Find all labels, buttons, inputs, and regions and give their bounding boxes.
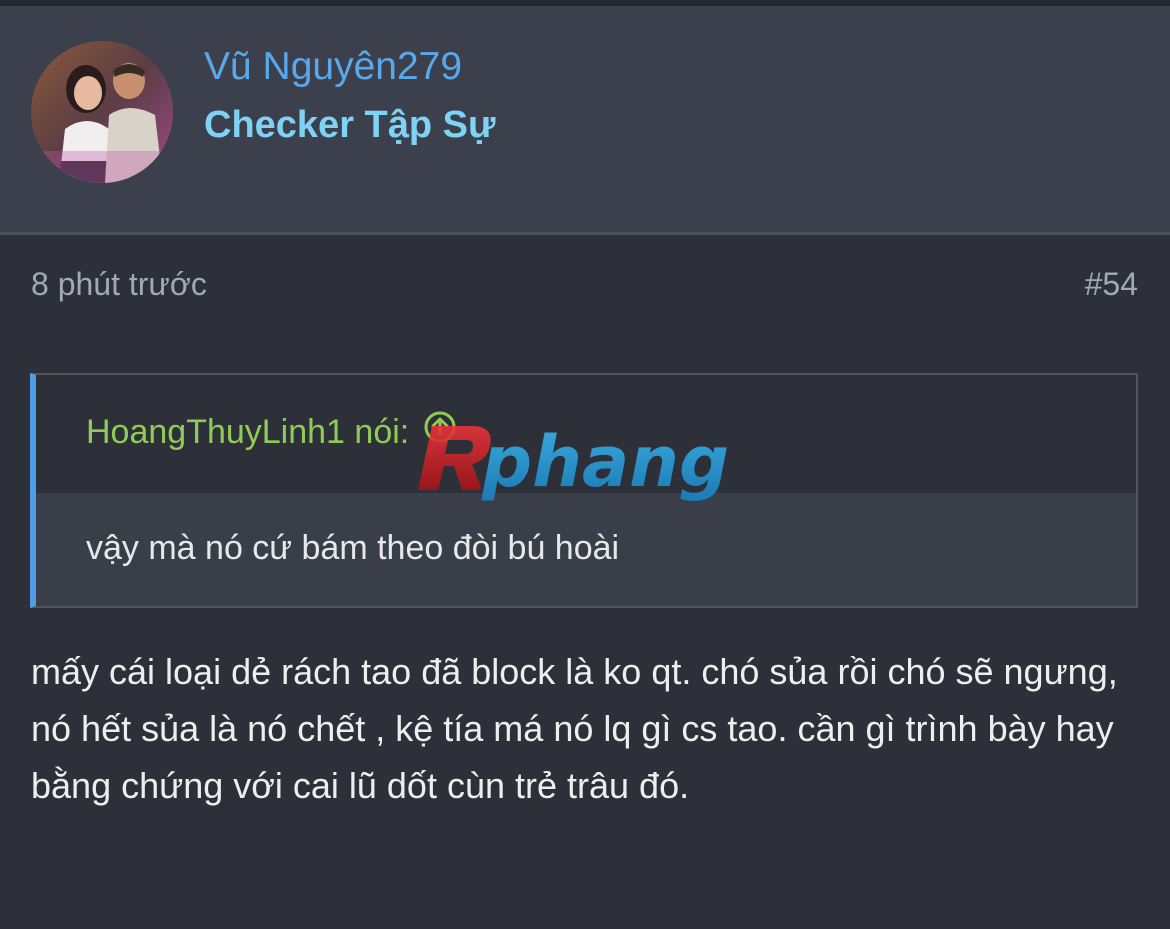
post-meta: 8 phút trước #54 (0, 262, 1170, 314)
quote-block: HoangThuyLinh1 nói: vậy mà nó cứ bám the… (30, 373, 1138, 608)
arrow-up-circle-icon[interactable] (423, 410, 457, 453)
quote-text: vậy mà nó cứ bám theo đòi bú hoài (86, 529, 620, 567)
username[interactable]: Vũ Nguyên279 (204, 44, 462, 90)
quote-author[interactable]: HoangThuyLinh1 nói: (86, 413, 409, 451)
forum-post-page: Vũ Nguyên279 Checker Tập Sự 8 phút trước… (0, 0, 1170, 929)
quote-header: HoangThuyLinh1 nói: (36, 375, 1136, 493)
post-timestamp[interactable]: 8 phút trước (31, 266, 207, 303)
post-body: mấy cái loại dẻ rách tao đã block là ko … (31, 651, 1118, 806)
user-title: Checker Tập Sự (204, 104, 496, 146)
post-number[interactable]: #54 (1085, 266, 1138, 303)
quote-author-line[interactable]: HoangThuyLinh1 nói: (86, 410, 457, 453)
user-header: Vũ Nguyên279 Checker Tập Sự (0, 6, 1170, 235)
avatar[interactable] (31, 41, 173, 183)
